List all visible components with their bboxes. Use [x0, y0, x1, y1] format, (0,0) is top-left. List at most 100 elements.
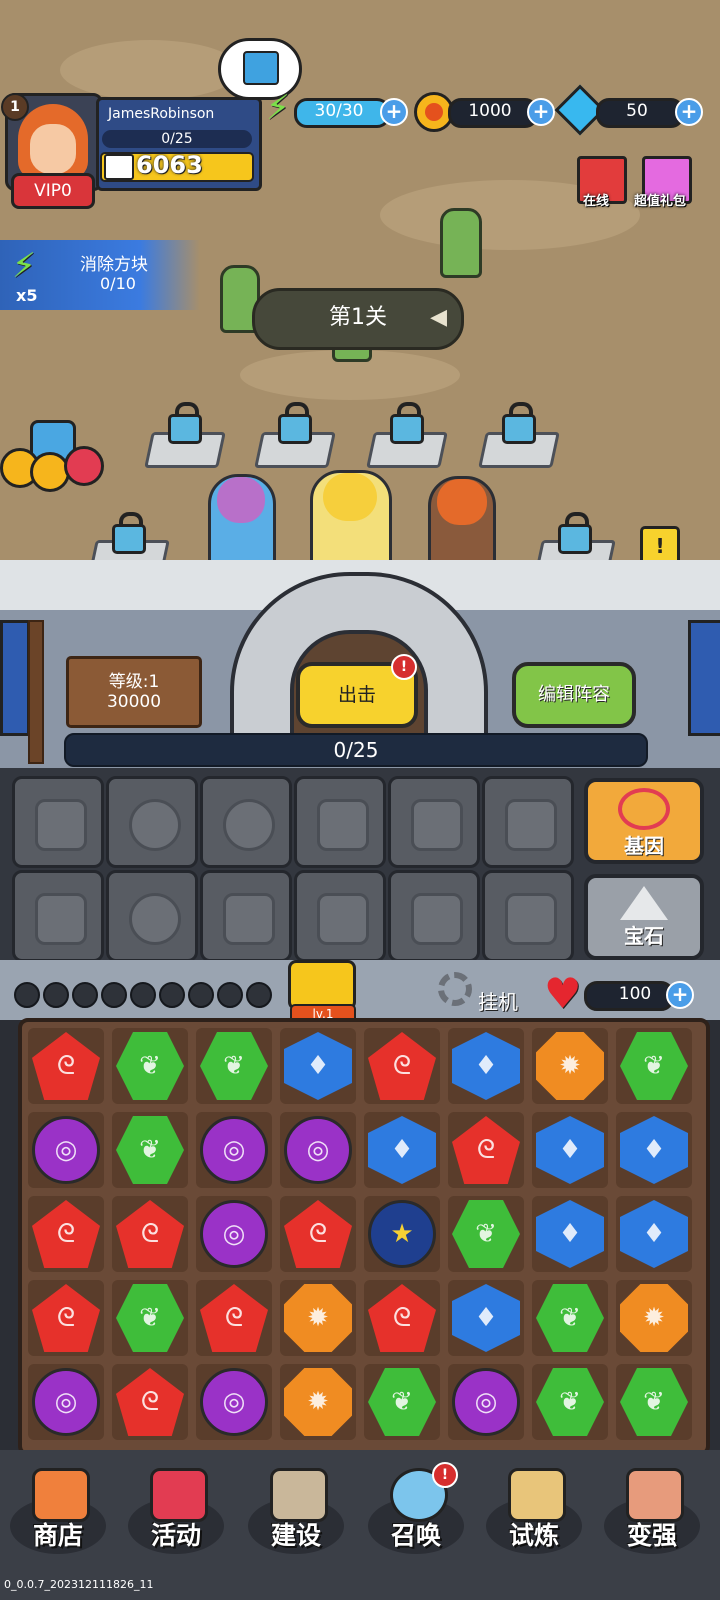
purple-gem-icon[interactable]: ◎ [200, 1200, 268, 1268]
green-gem-icon[interactable]: ❦ [116, 1116, 184, 1184]
board-cell[interactable]: ◎ [196, 1196, 272, 1272]
online-gift-button[interactable]: 在线 [573, 152, 627, 210]
board-cell[interactable]: ᘓ [112, 1196, 188, 1272]
green-gem-icon[interactable]: ❦ [200, 1032, 268, 1100]
blue-gem-icon[interactable]: ♦ [452, 1032, 520, 1100]
board-cell[interactable]: ❦ [112, 1112, 188, 1188]
loot-pile[interactable] [0, 420, 110, 492]
board-cell[interactable]: ᘓ [196, 1280, 272, 1356]
board-cell[interactable]: ◎ [196, 1112, 272, 1188]
board-cell[interactable]: ❦ [196, 1028, 272, 1104]
board-cell[interactable]: ✹ [280, 1280, 356, 1356]
equip-slot-shoulder[interactable] [388, 776, 480, 868]
equip-slot-armor[interactable] [294, 870, 386, 962]
blue-gem-icon[interactable]: ♦ [284, 1032, 352, 1100]
green-gem-icon[interactable]: ❦ [116, 1284, 184, 1352]
green-gem-icon[interactable]: ❦ [536, 1284, 604, 1352]
equip-slot-weapon[interactable] [12, 776, 104, 868]
board-cell[interactable]: ᘓ [28, 1280, 104, 1356]
board-cell[interactable]: ✹ [532, 1028, 608, 1104]
match3-board[interactable]: ᘓ ❦ ❦ ♦ ᘓ ♦ ✹ ❦ ◎ ❦ ◎ ◎ ♦ ᘓ ♦ ♦ ᘓ ᘓ ◎ ᘓ ★ ❦ ♦ ♦ ᘓ ❦ ᘓ ✹ ᘓ ♦ ❦ ✹ ◎ ᘓ ◎ ✹ ❦ ◎ ❦ ❦ [18, 1018, 710, 1456]
board-cell[interactable]: ❦ [532, 1364, 608, 1440]
hp-plus-button[interactable]: + [666, 981, 694, 1009]
board-cell[interactable]: ◎ [28, 1112, 104, 1188]
equip-slot-helmet[interactable] [12, 870, 104, 962]
board-cell[interactable]: ❦ [112, 1028, 188, 1104]
gold-plus-button[interactable]: + [527, 98, 555, 126]
purple-gem-icon[interactable]: ◎ [284, 1116, 352, 1184]
green-gem-icon[interactable]: ❦ [620, 1368, 688, 1436]
green-gem-icon[interactable]: ❦ [116, 1032, 184, 1100]
nav-shop[interactable]: 商店 [2, 1458, 114, 1554]
energy-plus-button[interactable]: + [380, 98, 408, 126]
red-gem-icon[interactable]: ᘓ [116, 1200, 184, 1268]
orange-gem-icon[interactable]: ✹ [284, 1284, 352, 1352]
board-cell[interactable]: ♦ [448, 1280, 524, 1356]
red-gem-icon[interactable]: ᘓ [32, 1200, 100, 1268]
board-cell[interactable]: ★ [364, 1196, 440, 1272]
red-gem-icon[interactable]: ᘓ [32, 1032, 100, 1100]
board-cell[interactable]: ❦ [532, 1280, 608, 1356]
red-gem-icon[interactable]: ᘓ [368, 1032, 436, 1100]
red-gem-icon[interactable]: ᘓ [284, 1200, 352, 1268]
green-gem-icon[interactable]: ❦ [368, 1368, 436, 1436]
nav-event[interactable]: 活动 [120, 1458, 232, 1554]
board-cell[interactable]: ❦ [112, 1280, 188, 1356]
castle-level-sign[interactable]: 等级:1 30000 [66, 656, 202, 728]
equip-slot-necklace[interactable] [106, 776, 198, 868]
equip-slot-orb[interactable] [106, 870, 198, 962]
purple-gem-icon[interactable]: ◎ [200, 1116, 268, 1184]
board-cell[interactable]: ✹ [280, 1364, 356, 1440]
stage-arrow-icon[interactable]: ◀ [430, 291, 447, 345]
purple-gem-icon[interactable]: ◎ [200, 1368, 268, 1436]
board-cell[interactable]: ♦ [448, 1028, 524, 1104]
blue-gem-icon[interactable]: ♦ [368, 1116, 436, 1184]
equip-slot-bracer[interactable] [482, 776, 574, 868]
red-gem-icon[interactable]: ᘓ [368, 1284, 436, 1352]
gene-button[interactable]: 基因 [584, 778, 704, 864]
board-cell[interactable]: ᘓ [28, 1028, 104, 1104]
green-gem-icon[interactable]: ❦ [536, 1368, 604, 1436]
red-gem-icon[interactable]: ᘓ [452, 1116, 520, 1184]
board-cell[interactable]: ᘓ [280, 1196, 356, 1272]
equip-slot-ring[interactable] [200, 776, 292, 868]
purple-gem-icon[interactable]: ◎ [32, 1116, 100, 1184]
board-cell[interactable]: ♦ [616, 1112, 692, 1188]
value-pack-button[interactable]: 超值礼包 [634, 152, 702, 210]
board-cell[interactable]: ᘓ [112, 1364, 188, 1440]
blue-gem-icon[interactable]: ♦ [620, 1116, 688, 1184]
board-cell[interactable]: ◎ [448, 1364, 524, 1440]
equip-slot-hat[interactable] [200, 870, 292, 962]
board-cell[interactable]: ◎ [280, 1112, 356, 1188]
nav-build[interactable]: 建设 [240, 1458, 352, 1554]
board-cell[interactable]: ❦ [616, 1028, 692, 1104]
board-cell[interactable]: ◎ [28, 1364, 104, 1440]
blue-gem-icon[interactable]: ♦ [620, 1200, 688, 1268]
vip-badge[interactable]: VIP0 [11, 173, 95, 209]
green-gem-icon[interactable]: ❦ [452, 1200, 520, 1268]
red-gem-icon[interactable]: ᘓ [116, 1368, 184, 1436]
orange-gem-icon[interactable]: ✹ [284, 1368, 352, 1436]
board-cell[interactable]: ◎ [196, 1364, 272, 1440]
blue-gem-icon[interactable]: ♦ [452, 1284, 520, 1352]
board-cell[interactable]: ♦ [280, 1028, 356, 1104]
green-gem-icon[interactable]: ❦ [620, 1032, 688, 1100]
orange-gem-icon[interactable]: ✹ [620, 1284, 688, 1352]
gear-icon[interactable] [438, 972, 472, 1006]
gem-button[interactable]: 宝石 [584, 874, 704, 960]
board-cell[interactable]: ᘓ [28, 1196, 104, 1272]
chest-icon[interactable] [288, 960, 356, 1010]
red-gem-icon[interactable]: ᘓ [200, 1284, 268, 1352]
nav-trial[interactable]: 试炼 [478, 1458, 590, 1554]
quest-panel[interactable]: ⚡ x5 消除方块 0/10 [0, 240, 200, 310]
board-cell[interactable]: ᘓ [448, 1112, 524, 1188]
nav-summon[interactable]: ! 召唤 [360, 1458, 472, 1554]
edit-team-button[interactable]: 编辑阵容 [512, 662, 636, 728]
board-cell[interactable]: ❦ [448, 1196, 524, 1272]
board-cell[interactable]: ♦ [532, 1112, 608, 1188]
nav-upgrade[interactable]: 变强 [596, 1458, 708, 1554]
idle-label[interactable]: 挂机 [478, 986, 518, 1015]
board-cell[interactable]: ❦ [364, 1364, 440, 1440]
diamond-plus-button[interactable]: + [675, 98, 703, 126]
blue-gem-icon[interactable]: ♦ [536, 1200, 604, 1268]
